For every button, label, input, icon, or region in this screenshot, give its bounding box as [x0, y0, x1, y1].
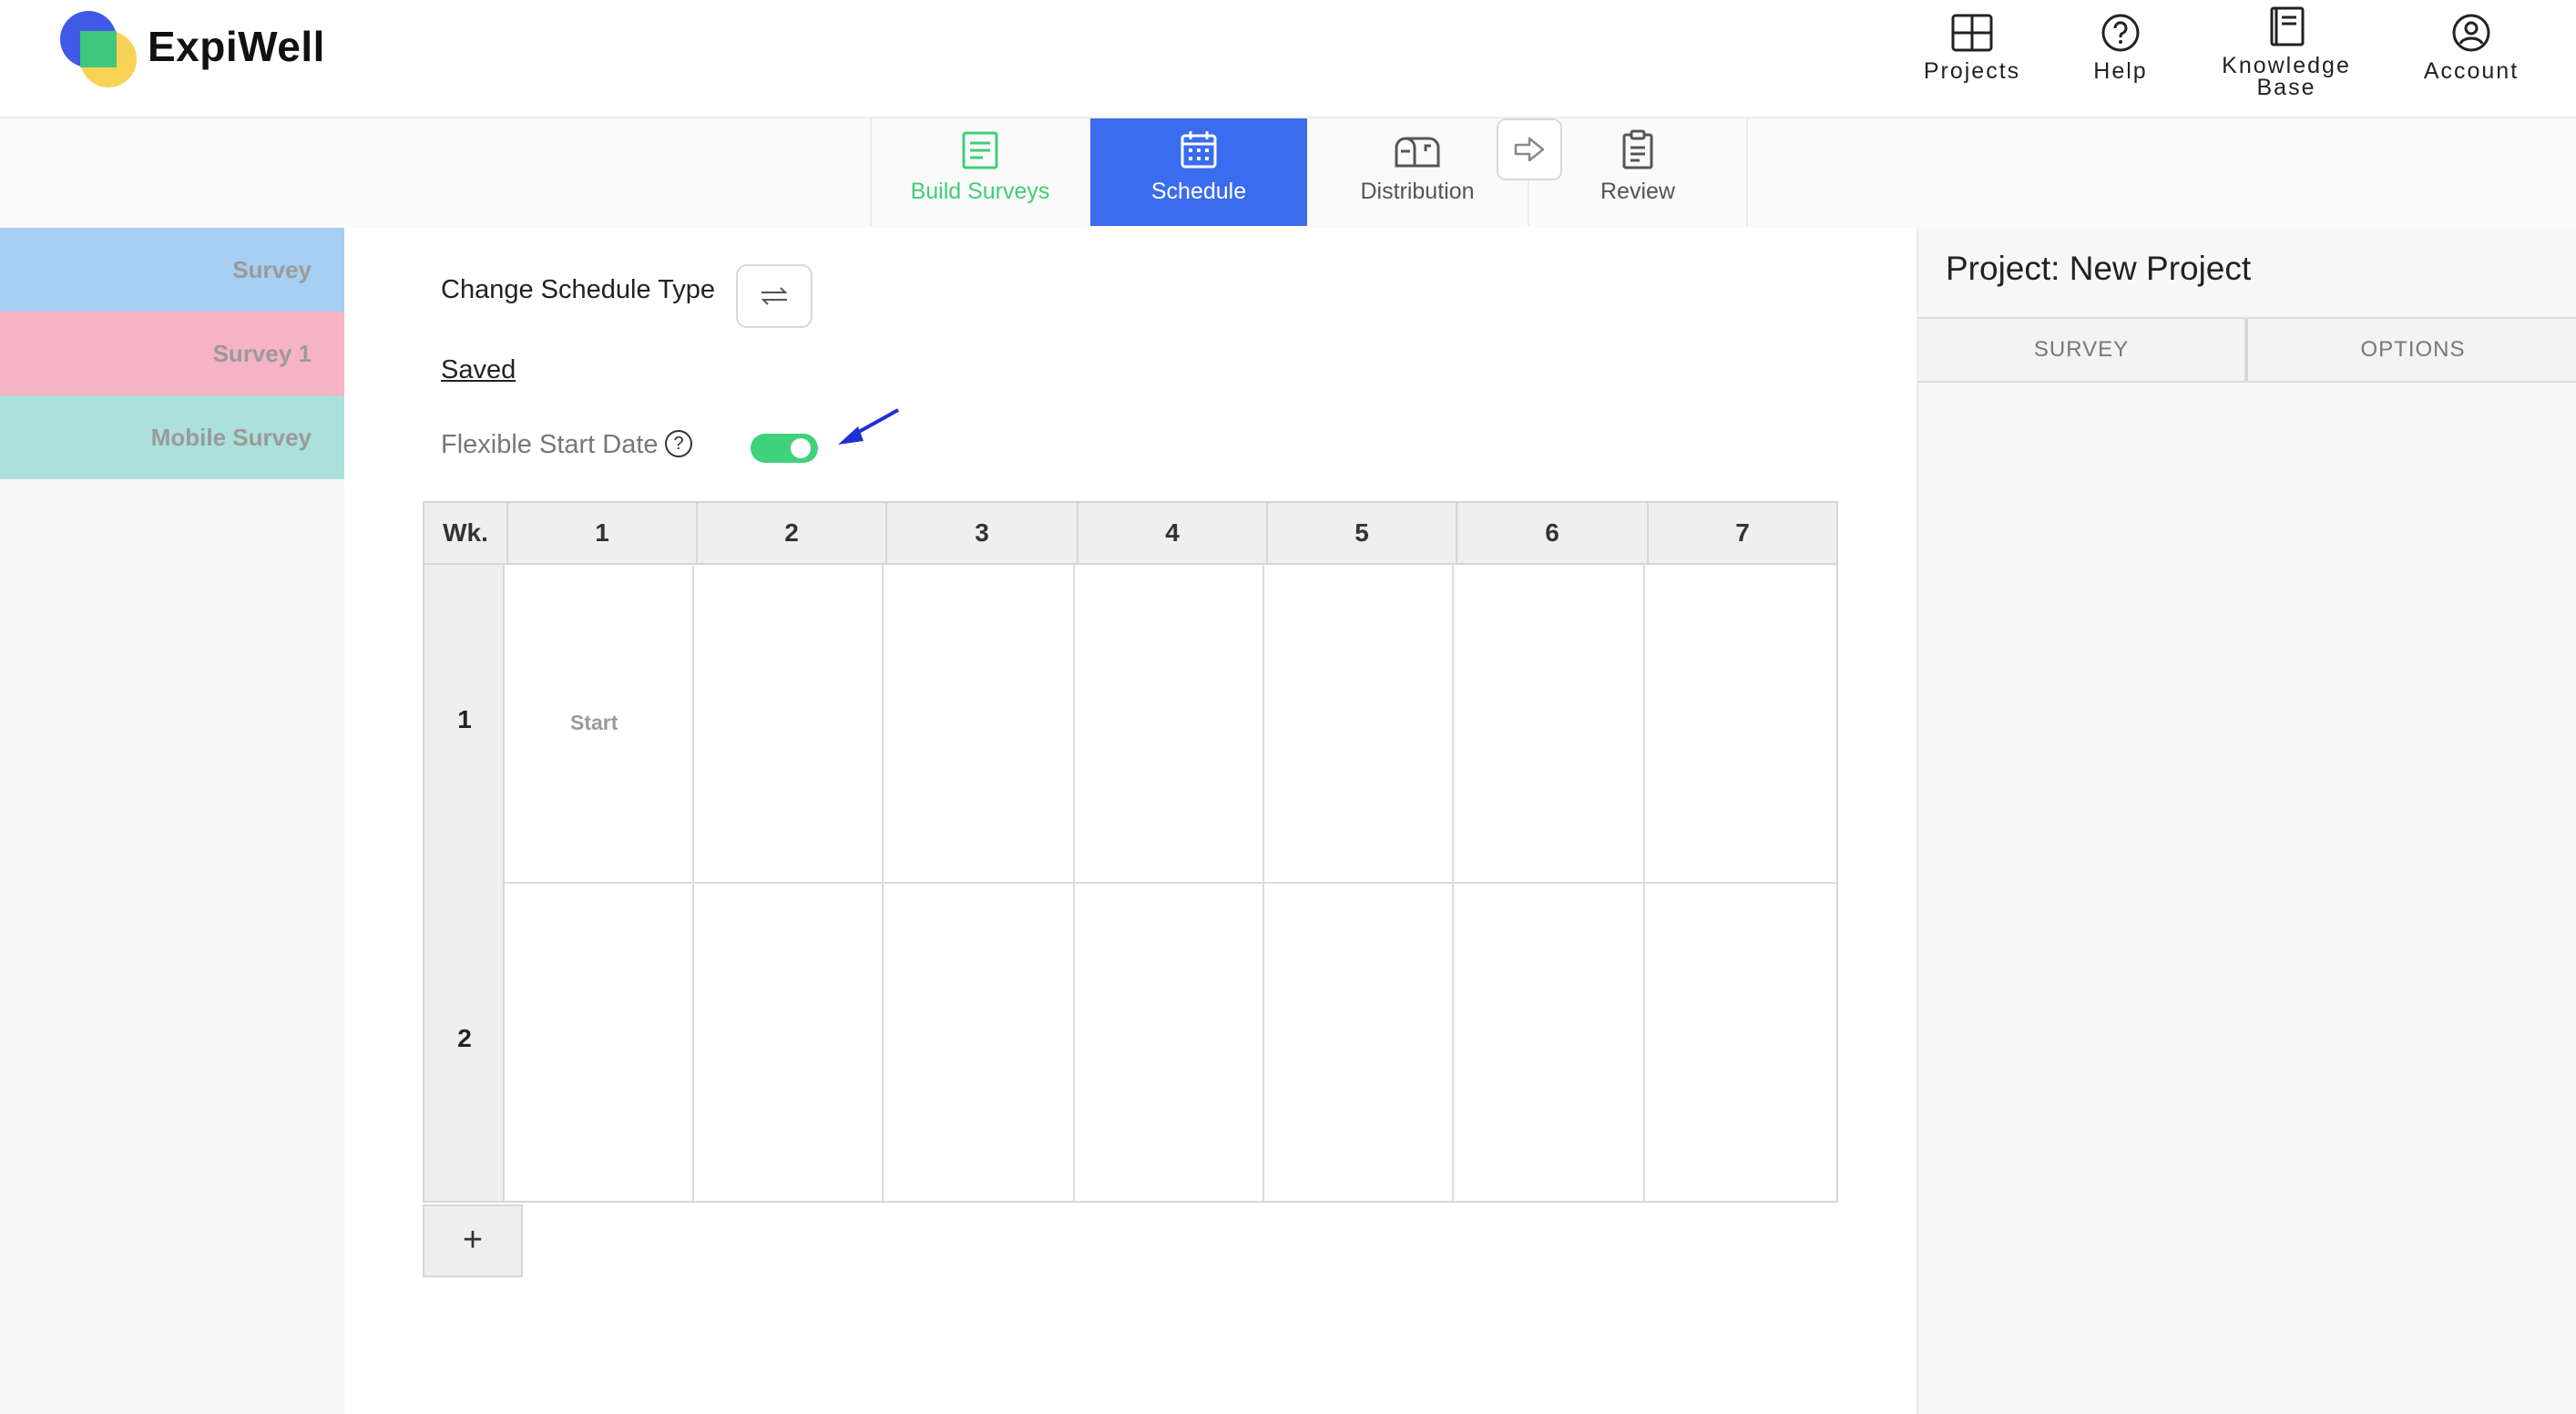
project-panel: Project: New Project SURVEY OPTIONS [1917, 228, 2576, 1414]
week-column-header: Wk. [443, 518, 488, 547]
change-schedule-type-label: Change Schedule Type [441, 275, 715, 304]
arrow-right-icon [1514, 137, 1545, 162]
flexible-start-date-label: Flexible Start Date [441, 430, 659, 459]
projects-grid-icon [1951, 14, 1993, 52]
brand-name[interactable]: ExpiWell [148, 22, 325, 71]
grid-divider [505, 882, 1836, 884]
day-header-2: 2 [696, 503, 885, 563]
week-number-1: 1 [457, 705, 472, 733]
add-week-button[interactable]: + [423, 1204, 523, 1277]
day-header-4: 4 [1077, 503, 1266, 563]
sidebar-item-survey[interactable]: Survey [0, 228, 344, 312]
nav-help-label: Help [2093, 58, 2148, 84]
tab-schedule-label: Schedule [1150, 179, 1247, 204]
day-header-7: 7 [1647, 503, 1836, 563]
saved-status-link[interactable]: Saved [441, 355, 516, 385]
tab-review-label: Review [1600, 179, 1675, 204]
project-panel-tabs: SURVEY OPTIONS [1918, 317, 2576, 383]
nav-projects-label: Projects [1923, 58, 2021, 84]
week-number-column: 1 2 [423, 565, 505, 1203]
sidebar-item-mobile-survey[interactable]: Mobile Survey [0, 395, 344, 479]
nav-help[interactable]: Help [2086, 13, 2155, 85]
annotation-arrow-icon [838, 408, 899, 445]
day-header-5: 5 [1266, 503, 1456, 563]
tab-build-surveys[interactable]: Build Surveys [872, 118, 1089, 226]
change-schedule-type-button[interactable] [736, 264, 813, 328]
start-marker: Start [570, 711, 618, 734]
nav-account-label: Account [2423, 58, 2520, 84]
flexible-start-date-toggle[interactable] [751, 434, 818, 463]
grid-header-row: Wk. 1 2 3 4 5 6 7 [423, 501, 1838, 565]
nav-knowledge-base[interactable]: Knowledge Base [2213, 5, 2359, 100]
next-step-button[interactable] [1497, 118, 1562, 180]
swap-arrows-icon [761, 287, 788, 305]
account-user-icon [2452, 14, 2490, 52]
nav-projects[interactable]: Projects [1922, 13, 2022, 85]
day-header-1: 1 [506, 503, 696, 563]
sidebar-item-survey-1[interactable]: Survey 1 [0, 312, 344, 395]
day-header-6: 6 [1456, 503, 1647, 563]
tab-distribution-label: Distribution [1360, 179, 1475, 204]
expiwell-logo[interactable] [60, 11, 142, 87]
toggle-knob [791, 438, 811, 458]
project-title: Project: New Project [1946, 250, 2252, 287]
workflow-tabs: Build Surveys Schedule Distribution Revi… [870, 118, 1748, 226]
mailbox-icon [1395, 137, 1440, 168]
day-header-3: 3 [885, 503, 1077, 563]
survey-sidebar: Survey Survey 1 Mobile Survey [0, 228, 344, 1414]
tab-schedule[interactable]: Schedule [1090, 118, 1307, 226]
help-question-icon[interactable]: ? [665, 430, 692, 457]
week-number-2: 2 [457, 1024, 472, 1052]
schedule-day-cells[interactable]: Start [505, 565, 1838, 1203]
build-survey-icon [962, 131, 998, 169]
nav-account[interactable]: Account [2418, 13, 2524, 85]
tab-survey[interactable]: SURVEY [1918, 319, 2248, 381]
top-header: ExpiWell Projects Help Knowledge Base Ac… [0, 0, 2576, 118]
calendar-icon [1181, 131, 1217, 169]
tab-options[interactable]: OPTIONS [2248, 319, 2576, 381]
clipboard-icon [1622, 129, 1653, 169]
tab-build-surveys-label: Build Surveys [910, 179, 1050, 204]
help-circle-icon [2101, 14, 2140, 52]
schedule-panel: Change Schedule Type Saved Flexible Star… [344, 228, 1917, 1414]
tab-distribution[interactable]: Distribution [1309, 118, 1526, 226]
book-icon [2270, 6, 2305, 46]
nav-knowledge-label-2: Base [2256, 75, 2316, 100]
